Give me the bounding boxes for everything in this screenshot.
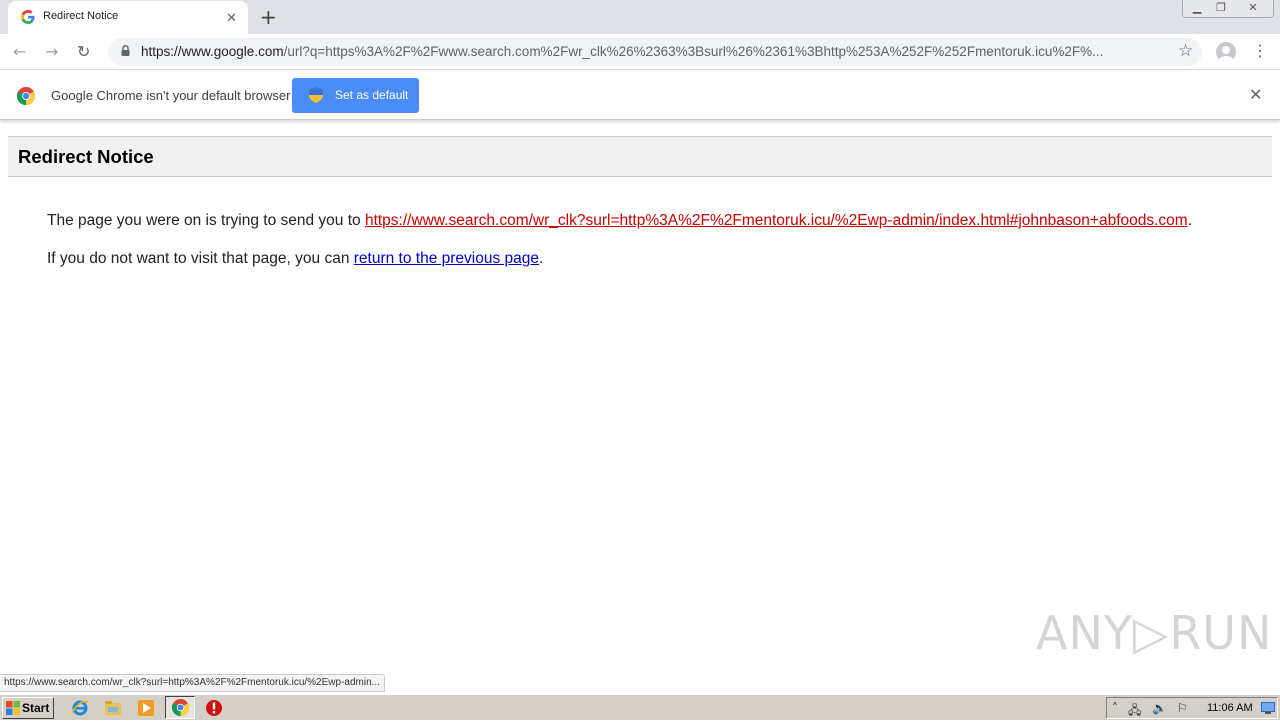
return-suffix: . (539, 250, 544, 267)
return-message: If you do not want to visit that page, y… (47, 250, 543, 268)
address-bar[interactable]: https://www.google.com/url?q=https%3A%2F… (108, 38, 1202, 66)
return-previous-page-link[interactable]: return to the previous page (354, 250, 539, 267)
chrome-taskbar-icon (172, 699, 189, 716)
infobar-close-icon[interactable]: ✕ (1249, 85, 1262, 104)
uac-shield-icon (309, 87, 323, 103)
window-close-icon[interactable]: ✕ (1241, 1, 1265, 17)
page-header: Redirect Notice (8, 136, 1272, 177)
infobar-message: Google Chrome isn't your default browser (51, 88, 291, 103)
url-host: https://www.google.com (141, 44, 284, 59)
file-explorer-icon[interactable] (104, 699, 122, 717)
anyrun-watermark: ANY▷RUN (1036, 606, 1273, 660)
tab-redirect-notice[interactable]: Redirect Notice ✕ (8, 1, 248, 34)
return-prefix: If you do not want to visit that page, y… (47, 250, 354, 267)
browser-toolbar: ← → ↻ https://www.google.com/url?q=https… (0, 34, 1280, 70)
clock[interactable]: 11:06 AM (1207, 702, 1253, 714)
minimize-icon[interactable]: ▁ (1185, 1, 1209, 17)
start-button[interactable]: Start (2, 697, 54, 719)
google-favicon-icon (21, 10, 35, 24)
reload-icon[interactable]: ↻ (77, 42, 90, 61)
redirect-suffix: . (1187, 212, 1193, 229)
taskbar: Start ˄ 🖧 🔈 ⚐ 11:06 AM (0, 694, 1280, 720)
url-path: /url?q=https%3A%2F%2Fwww.search.com%2Fwr… (283, 44, 1104, 59)
tab-title: Redirect Notice (43, 10, 119, 22)
internet-explorer-icon[interactable] (71, 699, 89, 717)
action-center-flag-icon[interactable]: ⚐ (1177, 701, 1188, 715)
redirect-url-link[interactable]: https://www.search.com/wr_clk?surl=http%… (365, 212, 1188, 229)
windows-logo-icon (6, 701, 20, 715)
profile-avatar-icon[interactable] (1216, 42, 1236, 62)
security-alert-icon[interactable] (205, 699, 223, 717)
set-as-default-button[interactable]: Set as default (292, 78, 419, 113)
chrome-menu-icon[interactable]: ⋮ (1252, 41, 1268, 60)
tab-strip: Redirect Notice ✕ + ▁ ❐ ✕ (0, 0, 1280, 34)
lock-icon (121, 45, 130, 56)
start-label: Start (22, 701, 50, 715)
set-default-label: Set as default (335, 88, 409, 102)
media-player-icon[interactable] (137, 699, 155, 717)
chrome-taskbar-button[interactable] (165, 696, 195, 719)
redirect-message: The page you were on is trying to send y… (47, 212, 1192, 230)
show-desktop-icon[interactable] (1261, 702, 1275, 714)
tab-close-icon[interactable]: ✕ (226, 10, 237, 26)
url-text[interactable]: https://www.google.com/url?q=https%3A%2F… (141, 44, 1171, 59)
chrome-logo-icon (17, 87, 35, 105)
new-tab-button[interactable]: + (260, 5, 277, 29)
default-browser-infobar: Google Chrome isn't your default browser… (0, 71, 1280, 120)
window-controls: ▁ ❐ ✕ (1182, 0, 1274, 18)
page-title: Redirect Notice (18, 146, 154, 167)
system-tray: ˄ 🖧 🔈 ⚐ 11:06 AM (1106, 697, 1278, 719)
link-status-bubble: https://www.search.com/wr_clk?surl=http%… (0, 674, 385, 692)
restore-icon[interactable]: ❐ (1209, 1, 1233, 17)
tray-expand-icon[interactable]: ˄ (1112, 701, 1118, 715)
back-arrow-icon[interactable]: ← (13, 42, 26, 61)
bookmark-star-icon[interactable]: ☆ (1178, 41, 1193, 61)
volume-icon[interactable]: 🔈 (1152, 701, 1167, 715)
redirect-prefix: The page you were on is trying to send y… (47, 212, 365, 229)
network-icon[interactable]: 🖧 (1128, 701, 1141, 722)
forward-arrow-icon[interactable]: → (45, 42, 58, 61)
